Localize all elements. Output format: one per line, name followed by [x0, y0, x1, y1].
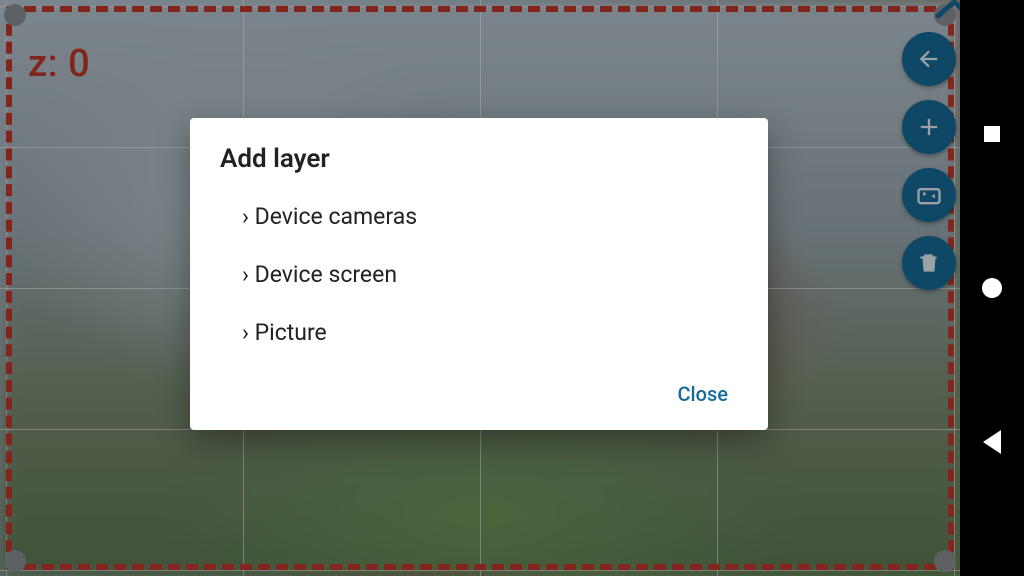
dialog-title: Add layer — [220, 144, 738, 174]
option-device-cameras[interactable]: Device cameras — [242, 202, 738, 232]
home-button[interactable] — [980, 276, 1004, 300]
option-picture[interactable]: Picture — [242, 318, 738, 348]
dialog-actions: Close — [220, 376, 738, 412]
back-button[interactable] — [980, 430, 1004, 454]
editor-viewport: z: 0 back-arrow-icon plus-icon swap-came… — [0, 0, 960, 576]
option-device-screen[interactable]: Device screen — [242, 260, 738, 290]
add-layer-dialog: Add layer Device cameras Device screen P… — [190, 118, 768, 430]
close-button[interactable]: Close — [667, 376, 738, 412]
dialog-option-list: Device cameras Device screen Picture — [220, 202, 738, 348]
recents-button[interactable] — [980, 122, 1004, 146]
system-nav-bar — [960, 0, 1024, 576]
